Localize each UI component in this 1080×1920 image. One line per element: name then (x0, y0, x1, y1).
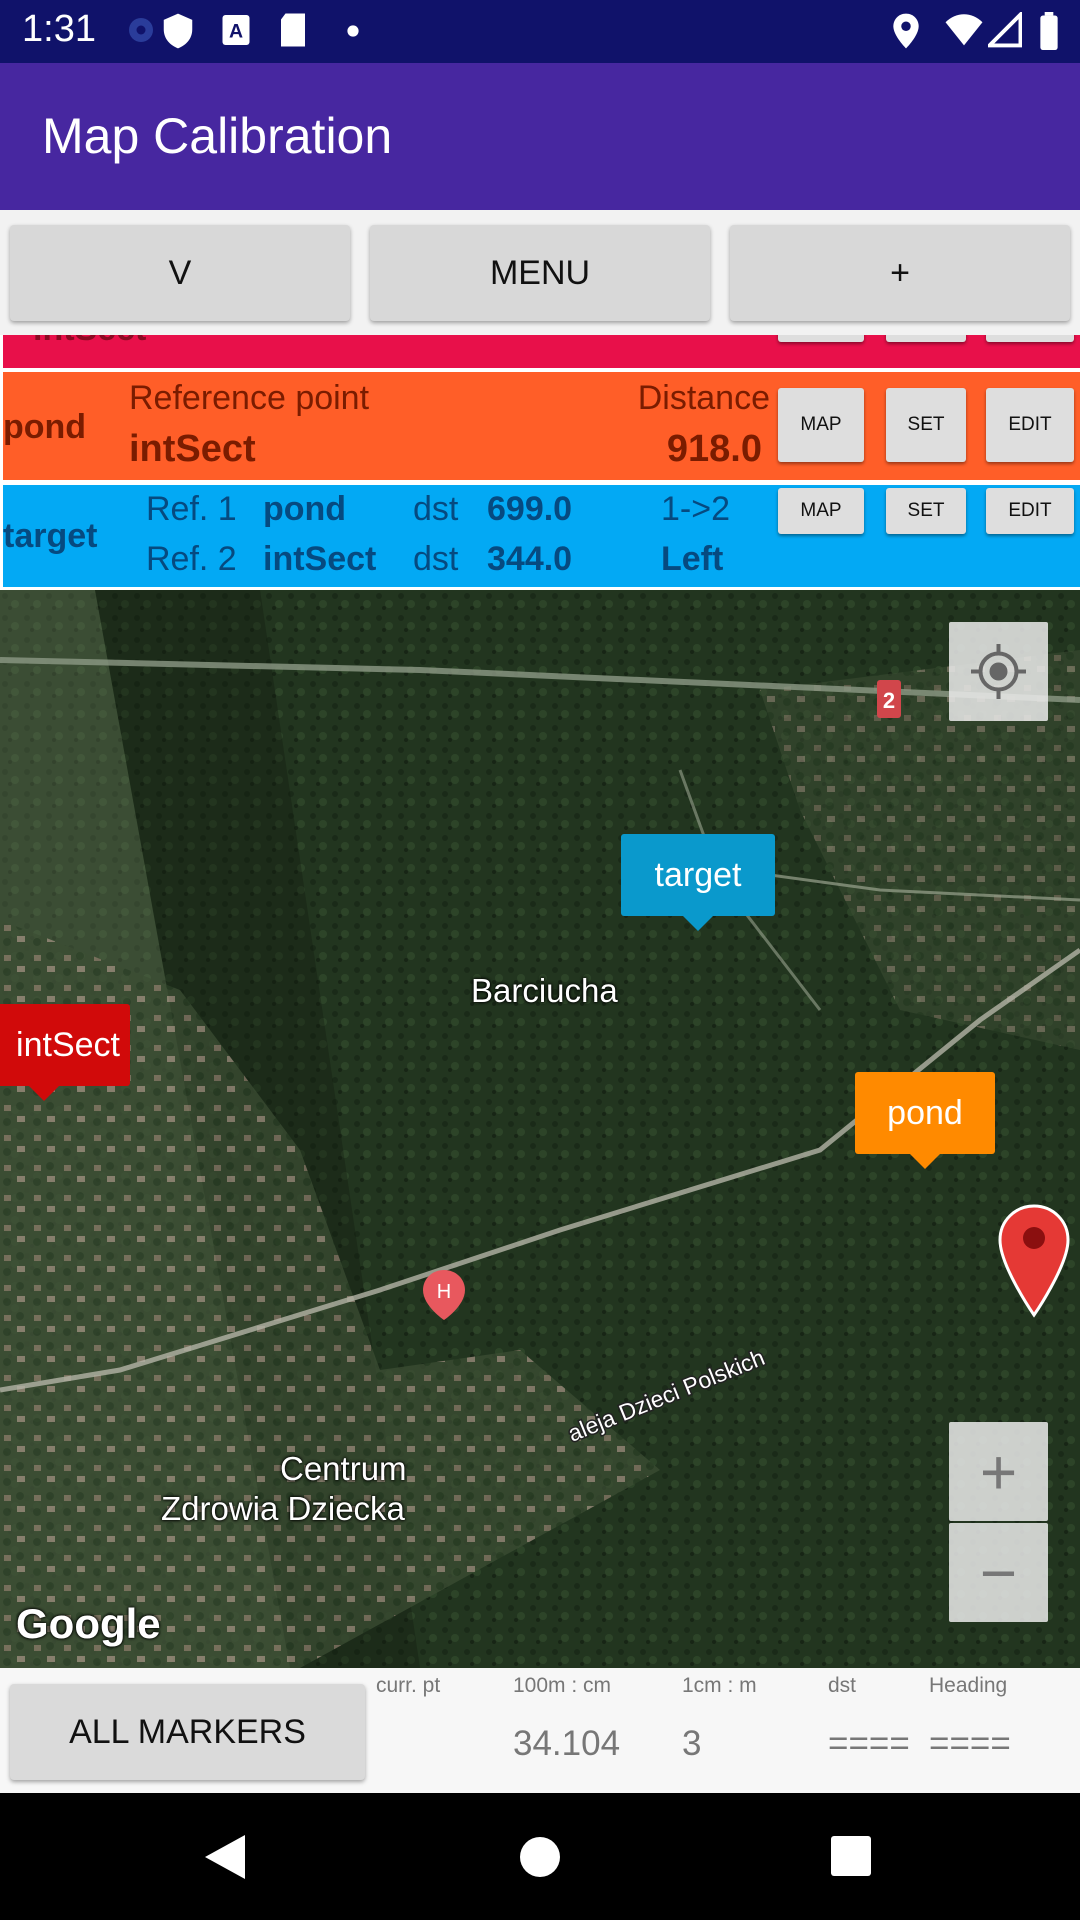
status-bar: 1:31 A (0, 0, 1080, 63)
ref1-label: Ref. 1 (146, 490, 237, 528)
direction-value: Left (661, 540, 724, 578)
page-title: Map Calibration (42, 108, 393, 164)
map-view[interactable]: 2 H aleja Dzieci Polskich target intSect… (0, 590, 1080, 1668)
direction-label: 1->2 (661, 490, 730, 528)
zoom-out-button[interactable]: − (949, 1523, 1048, 1622)
text-app-icon: A (222, 15, 250, 45)
dst-label: dst (828, 1674, 857, 1697)
cell-signal-icon (988, 12, 1022, 48)
place-label-poi-line2: Zdrowia Dziecka (161, 1490, 405, 1527)
set-button[interactable]: SET (886, 488, 966, 534)
navigation-bar (0, 1793, 1080, 1920)
settings-icon (129, 18, 153, 42)
curr-pt-label: curr. pt (376, 1674, 441, 1697)
pond-marker-bubble[interactable]: pond (855, 1072, 995, 1154)
ref1-dst-value: 699.0 (487, 490, 573, 528)
recents-icon[interactable] (830, 1835, 872, 1877)
svg-text:A: A (229, 21, 243, 43)
reference-label: Reference point (129, 379, 370, 417)
place-label-poi-line1: Centrum (280, 1450, 407, 1487)
google-logo: Google (16, 1600, 161, 1647)
scale-100m-label: 100m : cm (513, 1674, 612, 1697)
heading-value: ==== (929, 1724, 1011, 1763)
edit-button[interactable] (986, 335, 1074, 342)
add-button[interactable]: + (730, 225, 1070, 321)
reference-value: intSect (129, 428, 256, 470)
all-markers-button[interactable]: ALL MARKERS (10, 1684, 365, 1780)
map-button[interactable]: MAP (778, 488, 864, 534)
shield-icon (163, 13, 193, 49)
distance-value: 918.0 (666, 428, 762, 470)
home-icon[interactable] (518, 1835, 562, 1879)
scale-1cm-value: 3 (682, 1724, 702, 1763)
intsect-marker-bubble[interactable]: intSect (0, 1004, 130, 1086)
ref2-value: intSect (263, 540, 377, 578)
scale-1cm-label: 1cm : m (682, 1674, 757, 1697)
svg-text:H: H (437, 1281, 451, 1303)
wifi-icon (945, 14, 983, 46)
distance-label: Distance (637, 379, 770, 417)
heading-label: Heading (929, 1674, 1008, 1697)
zoom-in-button[interactable]: + (949, 1422, 1048, 1521)
toolbar: V MENU + (0, 210, 1080, 335)
location-icon (893, 13, 919, 49)
dst-value: ==== (828, 1724, 910, 1763)
marker-row-target[interactable]: target Ref. 1 pond dst 699.0 Ref. 2 intS… (3, 485, 1080, 587)
my-location-icon (971, 644, 1026, 699)
bubble-pointer-icon (682, 915, 714, 931)
edit-button[interactable]: EDIT (986, 488, 1074, 534)
marker-row-intsect[interactable]: intSect (3, 335, 1080, 368)
bubble-pointer-icon (909, 1153, 941, 1169)
menu-button[interactable]: MENU (370, 225, 710, 321)
marker-name: intSect (33, 335, 146, 349)
set-button[interactable]: SET (886, 388, 966, 462)
marker-name: target (3, 517, 98, 555)
scale-100m-value: 34.104 (513, 1724, 621, 1763)
battery-icon (1040, 12, 1058, 50)
v-button[interactable]: V (10, 225, 350, 321)
bubble-pointer-icon (28, 1085, 60, 1101)
app-bar: Map Calibration (0, 63, 1080, 210)
target-marker-bubble[interactable]: target (621, 834, 775, 916)
bottom-panel: ALL MARKERS curr. pt 100m : cm 34.104 1c… (0, 1668, 1080, 1793)
ref2-label: Ref. 2 (146, 540, 237, 578)
sd-card-icon (281, 13, 305, 47)
ref2-dst-value: 344.0 (487, 540, 573, 578)
status-time: 1:31 (22, 8, 96, 50)
marker-name: pond (3, 408, 87, 446)
place-label-village: Barciucha (471, 972, 618, 1009)
marker-row-pond[interactable]: pond Reference point intSect Distance 91… (3, 372, 1080, 480)
ref1-dst-label: dst (413, 490, 459, 528)
dot-icon (347, 25, 359, 37)
edit-button[interactable]: EDIT (986, 388, 1074, 462)
map-button[interactable]: MAP (778, 388, 864, 462)
back-icon[interactable] (203, 1833, 247, 1881)
map-button[interactable] (778, 335, 864, 342)
set-button[interactable] (886, 335, 966, 342)
my-location-button[interactable] (949, 622, 1048, 721)
ref1-value: pond (263, 490, 347, 528)
road-number-text: 2 (883, 688, 895, 713)
ref2-dst-label: dst (413, 540, 459, 578)
marker-list[interactable]: intSect pond Reference point intSect Dis… (0, 335, 1080, 590)
